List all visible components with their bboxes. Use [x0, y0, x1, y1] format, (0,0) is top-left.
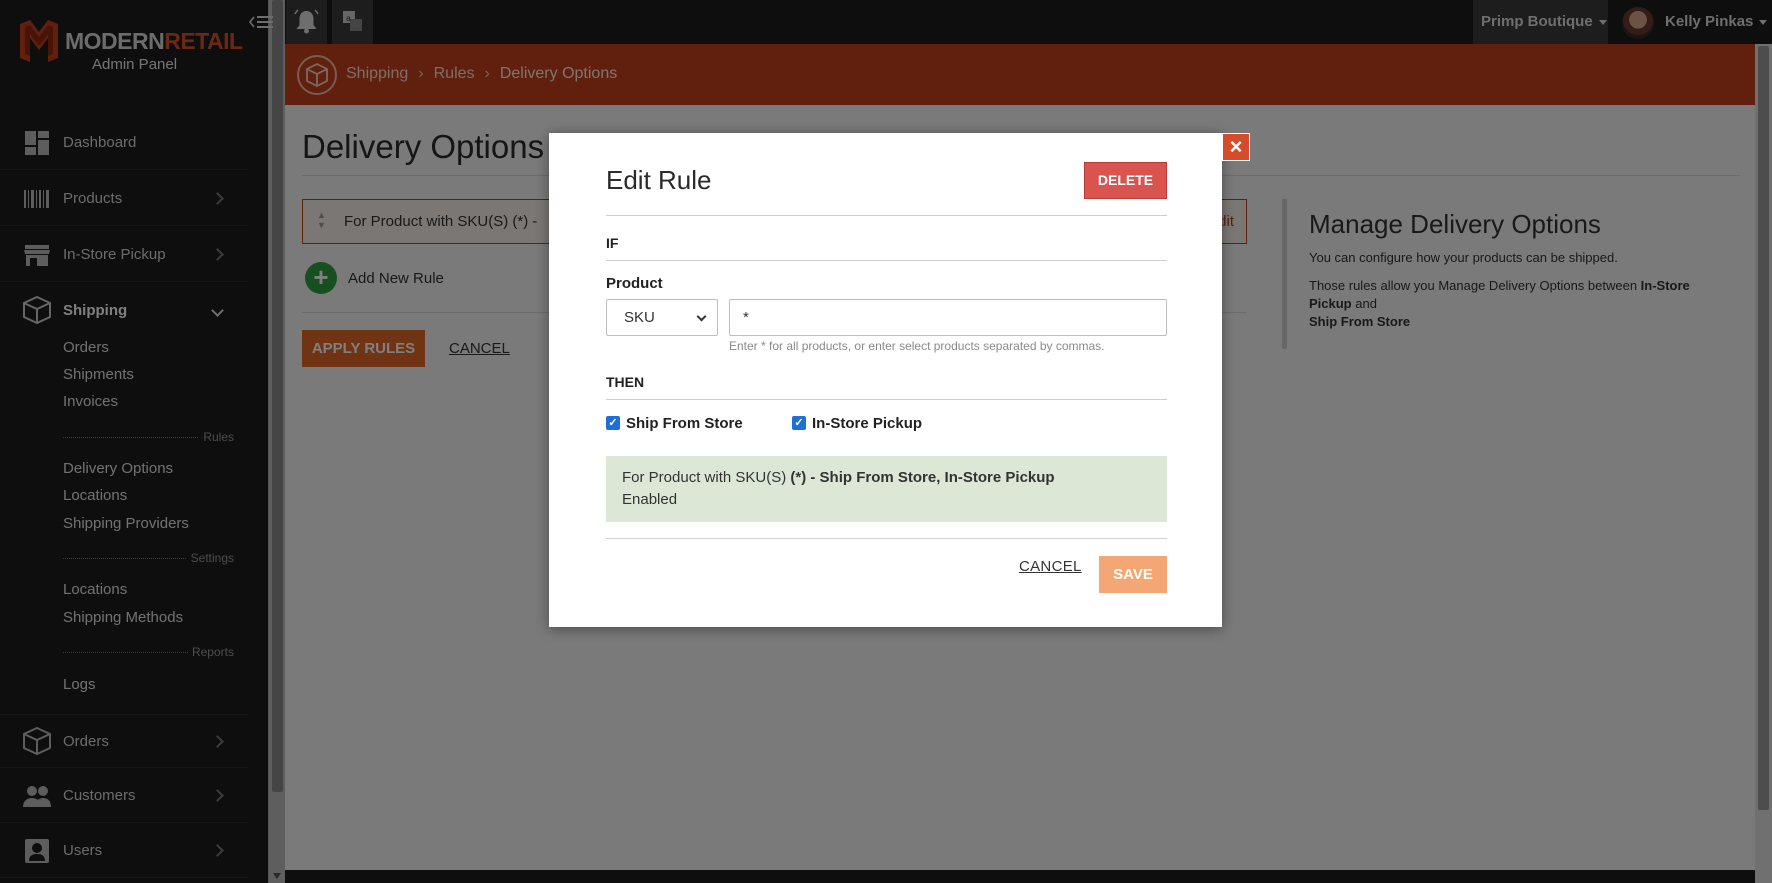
checkbox-label: Ship From Store [626, 414, 743, 432]
cancel-button[interactable]: CANCEL [1019, 558, 1082, 575]
modal-title: Edit Rule [606, 165, 712, 195]
in-store-pickup-checkbox[interactable]: ✓ In-Store Pickup [792, 414, 922, 432]
divider [606, 399, 1167, 400]
if-section-label: IF [606, 235, 619, 251]
delete-button[interactable]: DELETE [1084, 162, 1167, 199]
summary-bold: (*) - Ship From Store, In-Store Pickup [790, 469, 1055, 486]
then-section-label: THEN [606, 374, 645, 390]
checkbox-label: In-Store Pickup [812, 414, 923, 432]
edit-rule-modal: Edit Rule DELETE IF Product SKU Enter * … [549, 133, 1222, 627]
sku-input[interactable] [729, 299, 1167, 336]
chevron-down-icon [696, 311, 707, 322]
close-icon[interactable]: × [1222, 133, 1250, 161]
ship-from-store-checkbox[interactable]: ✓ Ship From Store [606, 414, 743, 432]
select-value: SKU [624, 309, 655, 326]
summary-status: Enabled [622, 491, 678, 508]
product-attribute-select[interactable]: SKU [606, 299, 718, 336]
checkbox-checked-icon: ✓ [792, 416, 806, 430]
divider [606, 215, 1167, 216]
product-label: Product [606, 275, 663, 292]
sku-input-hint: Enter * for all products, or enter selec… [729, 339, 1105, 353]
checkbox-checked-icon: ✓ [606, 416, 620, 430]
save-button[interactable]: SAVE [1099, 556, 1167, 593]
rule-summary: For Product with SKU(S) (*) - Ship From … [606, 456, 1167, 522]
summary-prefix: For Product with SKU(S) [622, 469, 791, 486]
divider [606, 260, 1167, 261]
divider [606, 538, 1167, 539]
